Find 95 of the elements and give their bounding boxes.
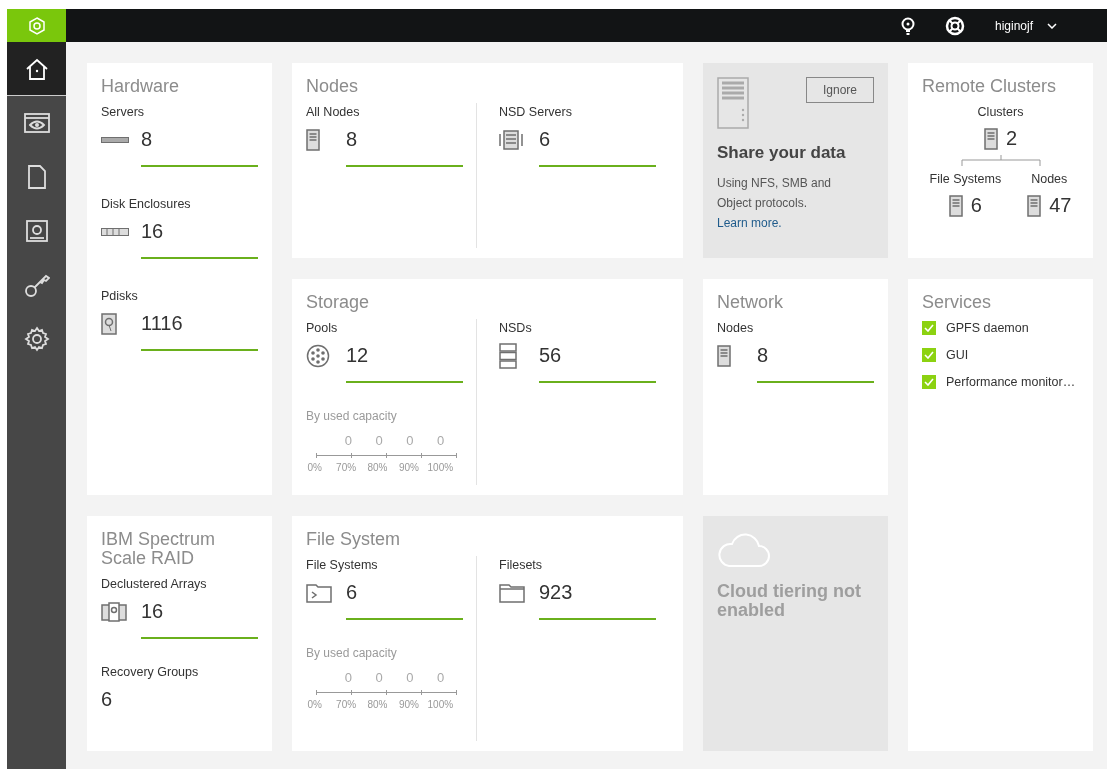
- chevron-down-icon[interactable]: [1047, 22, 1057, 29]
- sidebar-item[interactable]: [7, 42, 66, 96]
- metric-value: 8: [141, 127, 258, 167]
- axis-tick-label: 100%: [426, 699, 455, 710]
- capacity-label: By used capacity: [306, 646, 398, 660]
- capacity-count: 0: [436, 670, 446, 685]
- axis-tick-label: 100%: [426, 462, 455, 473]
- metric-value: 8: [757, 343, 874, 383]
- checkbox[interactable]: [922, 348, 936, 362]
- checkbox[interactable]: [922, 321, 936, 335]
- disk-stack-icon: [499, 343, 517, 369]
- capacity-count: 0: [343, 433, 353, 448]
- card-title: Remote Clusters: [922, 77, 1058, 96]
- axis-tick-label: 90%: [397, 699, 420, 710]
- help-lifebuoy-icon[interactable]: [944, 15, 965, 36]
- cloud-status-text: Cloud tiering not enabled: [717, 582, 862, 620]
- document-icon: [27, 165, 46, 189]
- axis-tick-label: 80%: [366, 699, 389, 710]
- service-name: Performance monitor…: [946, 375, 1076, 389]
- card-title: Network: [717, 293, 784, 312]
- metric-label: File Systems: [306, 558, 379, 572]
- metric-value: 47: [1049, 194, 1072, 217]
- metric-label: Nodes: [717, 321, 755, 335]
- metric-value: 12: [346, 343, 463, 383]
- learn-more-link[interactable]: Learn more.: [717, 213, 874, 233]
- ignore-button[interactable]: Ignore: [805, 77, 874, 103]
- user-name[interactable]: higinojf: [994, 18, 1033, 33]
- metric-label: Pdisks: [101, 289, 139, 303]
- settings-icon: [23, 326, 50, 352]
- metric-value: 16: [141, 219, 258, 259]
- capacity-count: 0: [436, 433, 446, 448]
- axis-tick-label: 70%: [335, 462, 358, 473]
- share-title: Share your data: [717, 143, 847, 163]
- disk-array-icon: [101, 602, 127, 622]
- metric-label: Recovery Groups: [101, 665, 200, 679]
- metric-value: 6: [101, 687, 114, 712]
- card-title: Storage: [306, 293, 371, 312]
- card-title: IBM Spectrum Scale RAID: [101, 530, 217, 568]
- pool-icon: [306, 344, 330, 368]
- metric-label: Filesets: [499, 558, 544, 572]
- server-tower-icon: [983, 127, 998, 150]
- key-icon: [23, 272, 50, 298]
- metric-value: 6: [539, 127, 656, 167]
- metric-value: 6: [970, 194, 982, 217]
- server-tower-icon: [717, 77, 749, 129]
- metric-value: 56: [539, 343, 656, 383]
- metric-value: 8: [346, 127, 463, 167]
- card-title: File System: [306, 530, 402, 549]
- metric-label: Nodes: [1031, 172, 1068, 186]
- metric-label: Pools: [306, 321, 339, 335]
- server-tower-icon: [306, 129, 320, 151]
- metric-label: All Nodes: [306, 105, 361, 119]
- terminal-folder-icon: [306, 583, 332, 603]
- axis-tick-label: 70%: [335, 699, 358, 710]
- server-rack-icon: [499, 130, 523, 150]
- capacity-count: 0: [374, 670, 384, 685]
- server-tower-icon: [1027, 194, 1042, 217]
- hexagon-logo-icon: [27, 16, 46, 35]
- capacity-count: 0: [343, 670, 353, 685]
- server-tower-icon: [948, 194, 963, 217]
- lightbulb-icon[interactable]: [900, 16, 915, 35]
- metric-label: NSD Servers: [499, 105, 573, 119]
- capacity-count: 0: [405, 670, 415, 685]
- axis-tick-label: 80%: [366, 462, 389, 473]
- service-name: GPFS daemon: [946, 321, 1029, 335]
- server-tower-icon: [717, 345, 731, 367]
- home-icon: [24, 56, 49, 81]
- logo-tile[interactable]: [7, 9, 66, 42]
- metric-label: File Systems: [929, 172, 1002, 186]
- card-title: Nodes: [306, 77, 360, 96]
- eye-window-icon: [23, 113, 50, 133]
- card-title: Services: [922, 293, 993, 312]
- folder-icon: [499, 583, 525, 603]
- service-name: GUI: [946, 348, 969, 362]
- metric-value: 923: [539, 580, 656, 620]
- metric-label: NSDs: [499, 321, 533, 335]
- axis-tick-label: 0%: [306, 462, 323, 473]
- capacity-label: By used capacity: [306, 409, 398, 423]
- metric-value: 16: [141, 599, 258, 639]
- metric-label: Servers: [101, 105, 146, 119]
- metric-label: Disk Enclosures: [101, 197, 192, 211]
- checkbox[interactable]: [922, 375, 936, 389]
- capacity-count: 0: [374, 433, 384, 448]
- capacity-count: 0: [405, 433, 415, 448]
- axis-tick-label: 0%: [306, 699, 323, 710]
- enclosure-icon: [101, 228, 129, 236]
- metric-value: 2: [1005, 127, 1018, 150]
- metric-value: 1116: [141, 311, 258, 351]
- metric-label: Clusters: [977, 105, 1024, 119]
- server-icon: [101, 137, 129, 143]
- card-title: Hardware: [101, 77, 181, 96]
- share-description: Using NFS, SMB and Object protocols.: [717, 175, 833, 212]
- axis-tick-label: 90%: [397, 462, 420, 473]
- metric-label: Declustered Arrays: [101, 577, 208, 591]
- metric-value: 6: [346, 580, 463, 620]
